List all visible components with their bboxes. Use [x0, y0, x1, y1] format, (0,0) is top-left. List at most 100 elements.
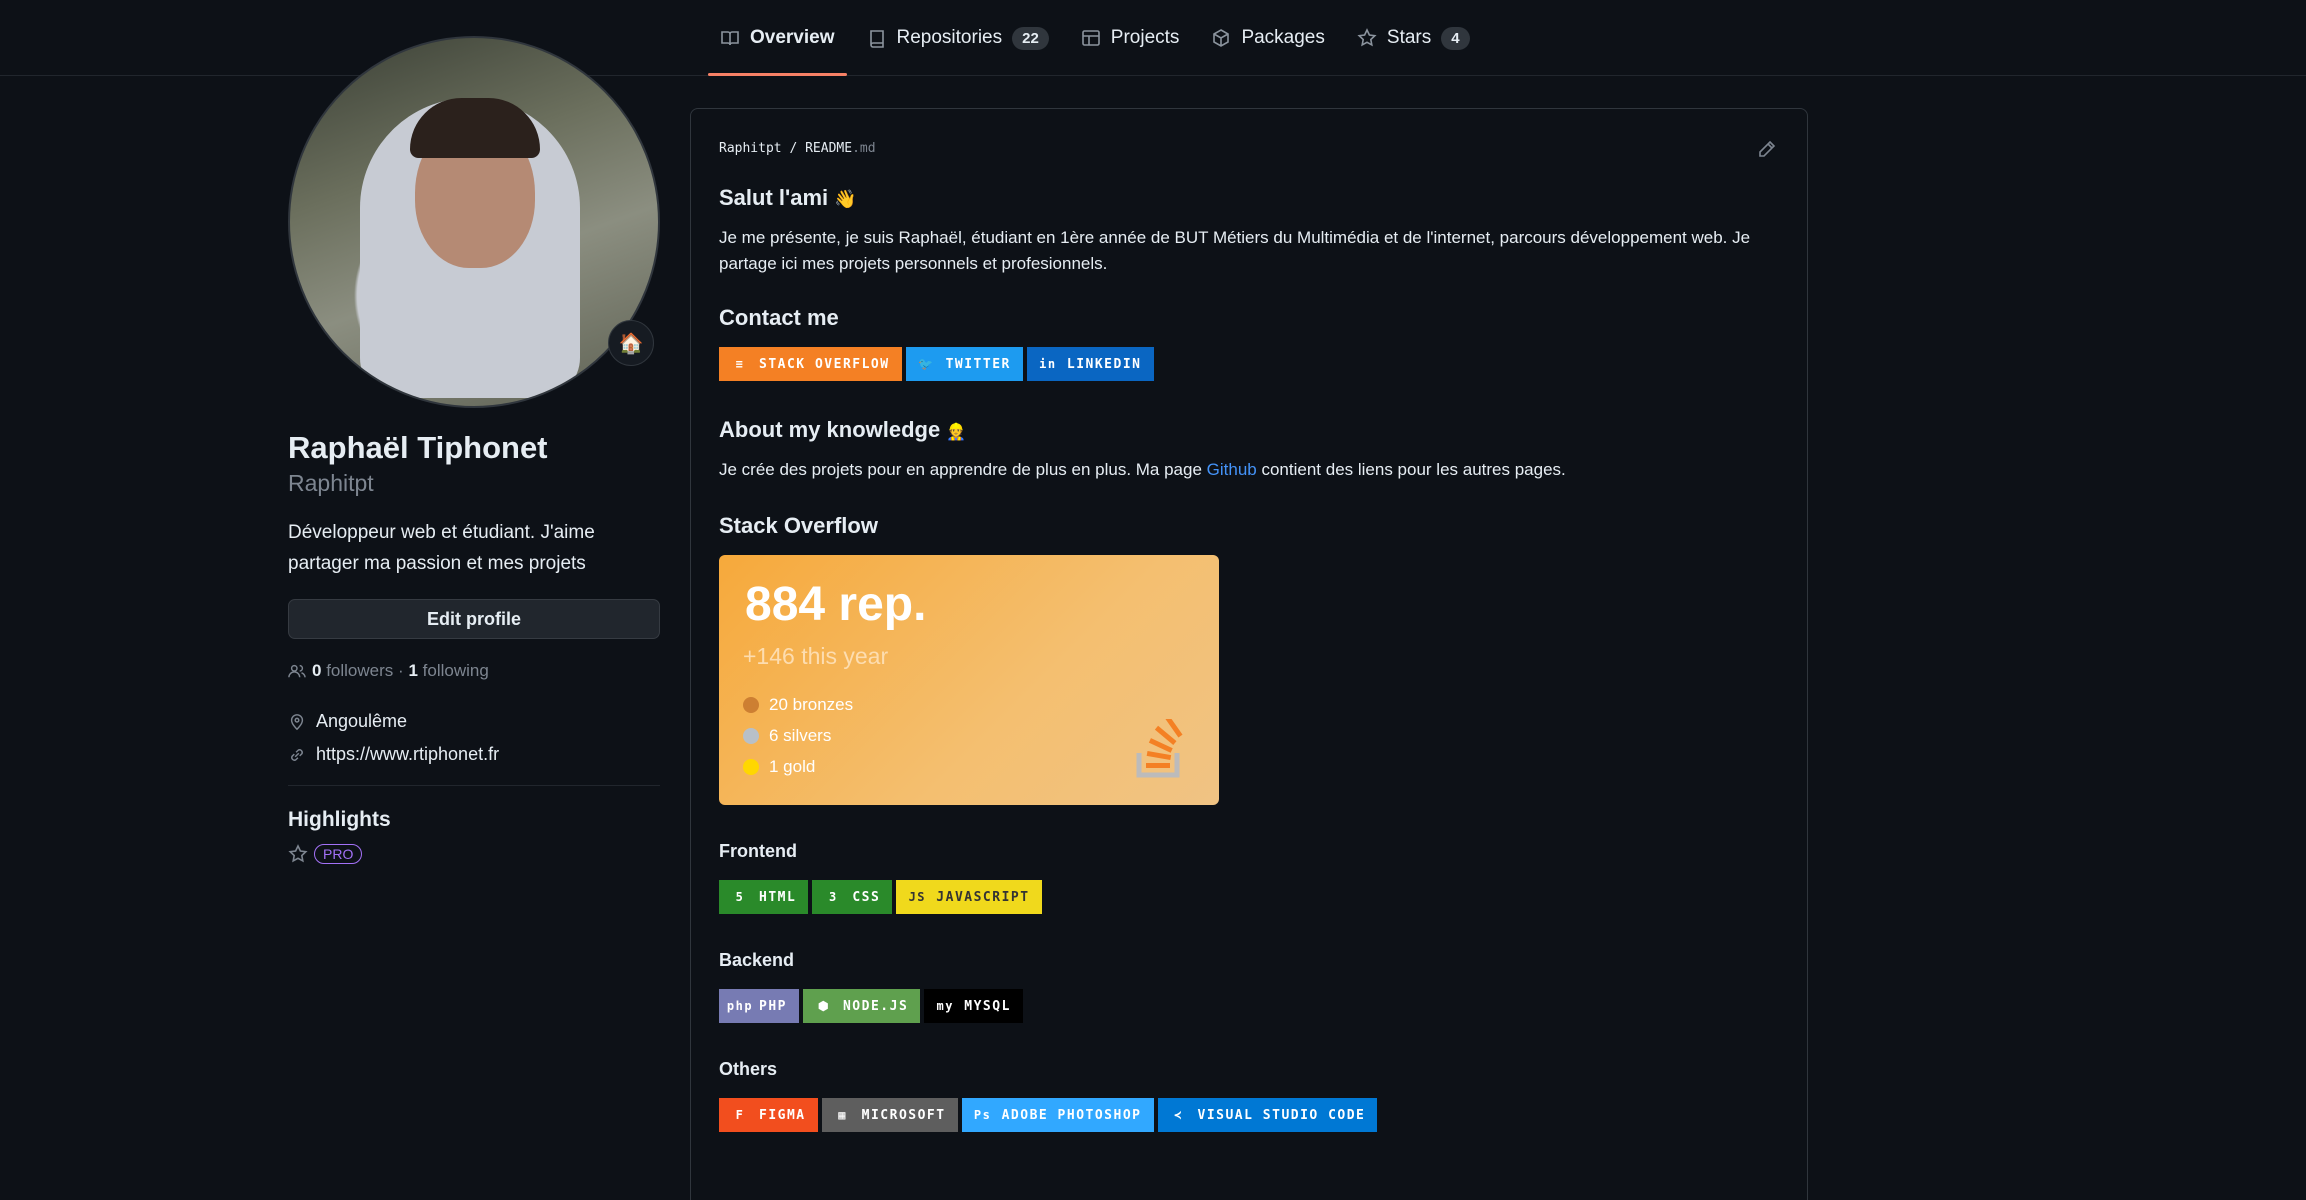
microsoft-badge[interactable]: ▦ MICROSOFT — [821, 1098, 958, 1132]
backend-badges: php PHP ⬢ NODE.JS my MYSQL — [719, 989, 1781, 1023]
adobe-photoshop-badge[interactable]: Ps ADOBE PHOTOSHOP — [961, 1098, 1154, 1132]
followers-link[interactable]: 0 followers — [312, 661, 393, 681]
status-button[interactable]: 🏠 — [608, 320, 654, 366]
reputation-value: 884 rep. — [745, 578, 927, 631]
tab-label: Projects — [1110, 27, 1180, 48]
profile-bio: Développeur web et étudiant. J'aime part… — [288, 522, 595, 574]
css-badge[interactable]: 3 CSS — [812, 880, 893, 914]
sidebar-divider — [288, 785, 660, 786]
waving-hand-icon: 👋 — [834, 189, 857, 209]
github-link[interactable]: Github — [1207, 460, 1257, 479]
html-logo-icon: 5 — [735, 890, 745, 904]
stackoverflow-logo-icon — [1136, 719, 1183, 778]
highlights-title: Highlights — [288, 808, 391, 831]
silver-medal-row: 6 silvers — [743, 726, 831, 746]
pro-badge[interactable]: PRO — [314, 844, 363, 864]
knowledge-text-before: Je crée des projets pour en apprendre de… — [719, 460, 1207, 479]
home-emoji-icon: 🏠 — [618, 332, 644, 355]
javascript-badge[interactable]: JS JAVASCRIPT — [896, 880, 1042, 914]
badge-label: JAVASCRIPT — [936, 889, 1030, 905]
tab-projects[interactable]: Projects — [1069, 0, 1192, 76]
gold-medal-row: 1 gold — [743, 757, 815, 777]
tab-stars[interactable]: Stars 4 — [1345, 0, 1482, 76]
frontend-heading: Frontend — [719, 841, 797, 861]
figma-badge[interactable]: F FIGMA — [719, 1098, 818, 1132]
linkedin-logo-icon: in — [1039, 357, 1057, 371]
table-icon — [1081, 30, 1100, 46]
tab-label: Stars — [1386, 27, 1432, 48]
pencil-icon[interactable] — [1757, 139, 1777, 159]
book-icon — [721, 31, 739, 46]
contact-badges: ≡ STACK OVERFLOW 🐦 TWITTER in LINKEDIN — [719, 347, 1781, 381]
badge-label: MYSQL — [964, 998, 1011, 1014]
css-logo-icon: 3 — [828, 890, 838, 904]
avatar[interactable] — [288, 36, 660, 408]
linkedin-badge[interactable]: in LINKEDIN — [1026, 347, 1154, 381]
readme-panel: Raphitpt / README.md Salut l'ami 👋 Je me… — [690, 108, 1808, 1200]
visual-studio-code-badge[interactable]: ≺ VISUAL STUDIO CODE — [1157, 1098, 1378, 1132]
package-icon — [1213, 29, 1230, 47]
following-count: 1 — [408, 661, 418, 680]
visual-studio-code-logo-icon: ≺ — [1174, 1108, 1183, 1122]
construction-worker-icon: 👷 — [946, 424, 967, 441]
badge-label: MICROSOFT — [861, 1107, 946, 1123]
profile-sidebar: Raphaël Tiphonet Raphitpt Développeur we… — [288, 36, 660, 864]
bronze-label: 20 bronzes — [769, 695, 854, 714]
greeting-heading-text: Salut l'ami — [719, 185, 829, 210]
reputation-this-year: +146 this year — [743, 643, 889, 669]
contact-heading: Contact me — [719, 305, 839, 330]
php-badge[interactable]: php PHP — [719, 989, 799, 1023]
readme-path: Raphitpt / README.md — [719, 141, 876, 156]
followers-count: 0 — [312, 661, 322, 680]
badge-label: STACK OVERFLOW — [759, 356, 890, 372]
knowledge-text-after: contient des liens pour les autres pages… — [1256, 460, 1566, 479]
mysql-logo-icon: my — [936, 999, 954, 1013]
knowledge-heading: About my knowledge 👷 — [719, 417, 1781, 443]
mysql-badge[interactable]: my MYSQL — [924, 989, 1023, 1023]
tab-repositories[interactable]: Repositories 22 — [855, 0, 1061, 76]
readme-path-separator: / — [789, 141, 798, 156]
gold-label: 1 gold — [769, 757, 816, 776]
profile-details: Angoulême https://www.rtiphonet.fr — [288, 711, 660, 765]
figma-logo-icon: F — [735, 1108, 745, 1122]
people-icon — [288, 664, 306, 678]
location-icon — [290, 713, 304, 730]
badge-label: HTML — [759, 889, 797, 905]
tab-packages[interactable]: Packages — [1199, 0, 1336, 76]
html-badge[interactable]: 5 HTML — [719, 880, 809, 914]
location-text: Angoulême — [316, 711, 408, 731]
gold-dot — [743, 759, 759, 775]
stars-count-badge: 4 — [1441, 26, 1470, 50]
knowledge-heading-text: About my knowledge — [719, 417, 941, 442]
adobe-photoshop-logo-icon: Ps — [973, 1108, 992, 1122]
badge-label: TWITTER — [945, 356, 1011, 372]
backend-heading: Backend — [719, 950, 795, 970]
website-link[interactable]: https://www.rtiphonet.fr — [316, 744, 499, 765]
followers-label: followers — [326, 661, 394, 680]
following-link[interactable]: 1 following — [408, 661, 488, 681]
frontend-badges: 5 HTML 3 CSS JS JAVASCRIPT — [719, 880, 1781, 914]
node-js-badge[interactable]: ⬢ NODE.JS — [802, 989, 921, 1023]
stackoverflow-stats-card[interactable]: 884 rep. +146 this year 20 bronzes 6 sil… — [719, 555, 1219, 805]
edit-profile-button[interactable]: Edit profile — [288, 599, 660, 639]
readme-path-file: README.md — [805, 141, 875, 156]
intro-paragraph: Je me présente, je suis Raphaël, étudian… — [719, 228, 1751, 273]
stack-overflow-badge[interactable]: ≡ STACK OVERFLOW — [719, 347, 902, 381]
stackoverflow-heading: Stack Overflow — [719, 513, 878, 538]
following-label: following — [422, 661, 489, 680]
profile-tabs: Overview Repositories 22 Projects Packag… — [708, 0, 1490, 76]
star-icon — [288, 844, 308, 863]
highlights-row: PRO — [288, 844, 660, 864]
stack-overflow-logo-icon: ≡ — [735, 357, 745, 371]
readme-file-ext: .md — [852, 141, 876, 156]
greeting-heading: Salut l'ami 👋 — [719, 185, 1781, 211]
twitter-badge[interactable]: 🐦 TWITTER — [905, 347, 1023, 381]
tab-overview[interactable]: Overview — [708, 0, 847, 76]
others-heading: Others — [719, 1059, 778, 1079]
follow-separator: · — [398, 661, 404, 680]
javascript-logo-icon: JS — [908, 890, 927, 904]
readme-path-user[interactable]: Raphitpt — [719, 141, 782, 156]
knowledge-paragraph: Je crée des projets pour en apprendre de… — [719, 457, 1781, 483]
node-js-logo-icon: ⬢ — [817, 999, 830, 1013]
readme-file-name: README — [805, 141, 853, 156]
